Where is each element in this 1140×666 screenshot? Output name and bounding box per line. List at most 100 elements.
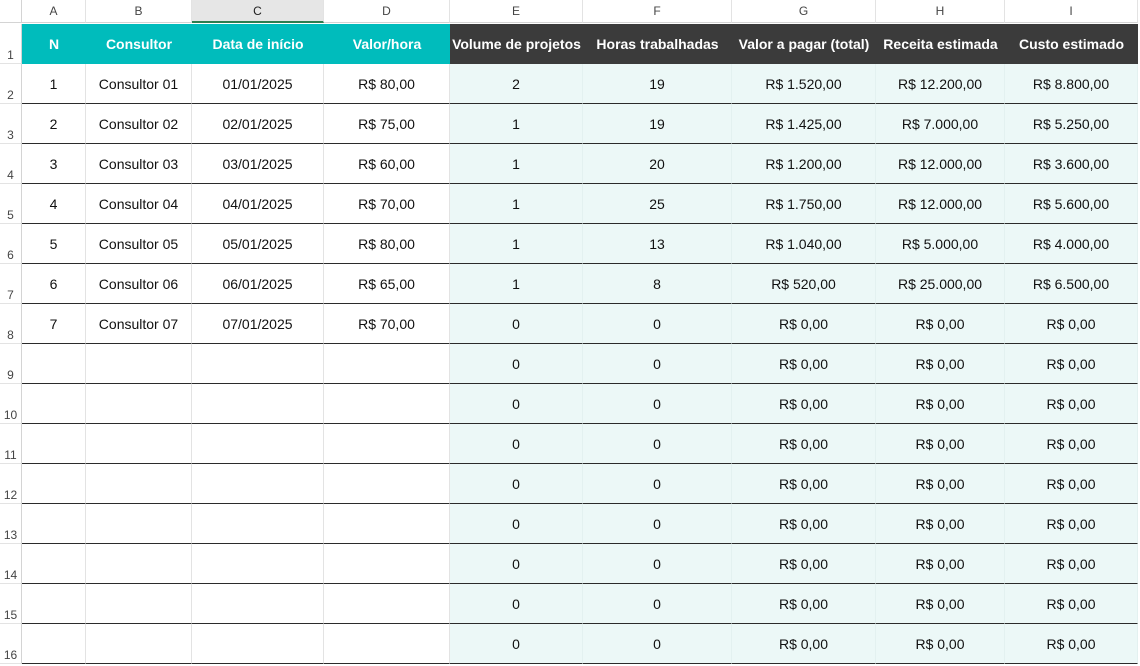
cell-n[interactable]: 7	[22, 304, 86, 344]
cell-n[interactable]	[22, 464, 86, 504]
cell-horas-trabalhadas[interactable]: 20	[583, 144, 732, 184]
cell-valor-hora[interactable]	[324, 344, 450, 384]
cell-n[interactable]	[22, 504, 86, 544]
cell-n[interactable]: 3	[22, 144, 86, 184]
header-cell-valor-a-pagar[interactable]: Valor a pagar (total)	[732, 24, 876, 64]
cell-valor-hora[interactable]	[324, 584, 450, 624]
cell-data-inicio[interactable]	[192, 424, 324, 464]
cell-volume-projetos[interactable]: 0	[450, 344, 583, 384]
cell-data-inicio[interactable]: 02/01/2025	[192, 104, 324, 144]
cell-receita-estimada[interactable]: R$ 5.000,00	[876, 224, 1005, 264]
cell-volume-projetos[interactable]: 0	[450, 464, 583, 504]
cell-n[interactable]: 4	[22, 184, 86, 224]
column-header-a[interactable]: A	[22, 0, 86, 23]
column-header-g[interactable]: G	[732, 0, 876, 23]
cell-custo-estimado[interactable]: R$ 3.600,00	[1005, 144, 1138, 184]
cell-receita-estimada[interactable]: R$ 7.000,00	[876, 104, 1005, 144]
cell-volume-projetos[interactable]: 0	[450, 504, 583, 544]
cell-receita-estimada[interactable]: R$ 0,00	[876, 584, 1005, 624]
cell-horas-trabalhadas[interactable]: 19	[583, 104, 732, 144]
cell-data-inicio[interactable]: 05/01/2025	[192, 224, 324, 264]
cell-horas-trabalhadas[interactable]: 0	[583, 544, 732, 584]
column-header-f[interactable]: F	[583, 0, 732, 23]
cell-consultor[interactable]	[86, 424, 192, 464]
cell-data-inicio[interactable]	[192, 504, 324, 544]
cell-valor-hora[interactable]	[324, 624, 450, 664]
cell-receita-estimada[interactable]: R$ 0,00	[876, 424, 1005, 464]
cell-data-inicio[interactable]: 07/01/2025	[192, 304, 324, 344]
cell-n[interactable]: 1	[22, 64, 86, 104]
cell-custo-estimado[interactable]: R$ 0,00	[1005, 464, 1138, 504]
header-cell-horas-trabalhadas[interactable]: Horas trabalhadas	[583, 24, 732, 64]
header-cell-consultor[interactable]: Consultor	[86, 24, 192, 64]
row-header-2[interactable]: 2	[0, 64, 22, 104]
row-header-16[interactable]: 16	[0, 624, 22, 664]
cell-receita-estimada[interactable]: R$ 0,00	[876, 544, 1005, 584]
cell-receita-estimada[interactable]: R$ 0,00	[876, 304, 1005, 344]
cell-valor-a-pagar[interactable]: R$ 520,00	[732, 264, 876, 304]
cell-horas-trabalhadas[interactable]: 13	[583, 224, 732, 264]
cell-horas-trabalhadas[interactable]: 0	[583, 304, 732, 344]
cell-custo-estimado[interactable]: R$ 5.250,00	[1005, 104, 1138, 144]
cell-valor-a-pagar[interactable]: R$ 1.520,00	[732, 64, 876, 104]
header-cell-receita-estimada[interactable]: Receita estimada	[876, 24, 1005, 64]
cell-valor-a-pagar[interactable]: R$ 0,00	[732, 464, 876, 504]
cell-valor-hora[interactable]	[324, 504, 450, 544]
cell-volume-projetos[interactable]: 1	[450, 264, 583, 304]
cell-volume-projetos[interactable]: 1	[450, 184, 583, 224]
cell-valor-a-pagar[interactable]: R$ 0,00	[732, 544, 876, 584]
column-header-d[interactable]: D	[324, 0, 450, 23]
cell-custo-estimado[interactable]: R$ 0,00	[1005, 304, 1138, 344]
cell-receita-estimada[interactable]: R$ 12.200,00	[876, 64, 1005, 104]
row-header-13[interactable]: 13	[0, 504, 22, 544]
row-header-8[interactable]: 8	[0, 304, 22, 344]
cell-horas-trabalhadas[interactable]: 19	[583, 64, 732, 104]
cell-n[interactable]: 5	[22, 224, 86, 264]
cell-consultor[interactable]	[86, 584, 192, 624]
cell-consultor[interactable]	[86, 504, 192, 544]
row-header-5[interactable]: 5	[0, 184, 22, 224]
row-header-11[interactable]: 11	[0, 424, 22, 464]
cell-valor-a-pagar[interactable]: R$ 0,00	[732, 504, 876, 544]
cell-n[interactable]	[22, 384, 86, 424]
cell-consultor[interactable]: Consultor 07	[86, 304, 192, 344]
cell-consultor[interactable]	[86, 544, 192, 584]
cell-custo-estimado[interactable]: R$ 6.500,00	[1005, 264, 1138, 304]
cell-consultor[interactable]: Consultor 01	[86, 64, 192, 104]
cell-n[interactable]	[22, 344, 86, 384]
row-header-9[interactable]: 9	[0, 344, 22, 384]
cell-data-inicio[interactable]	[192, 344, 324, 384]
spreadsheet-grid[interactable]: ABCDEFGHI 1 2 3 4 5 6 7 8 9 10 11 12 13 14 15 16 N Consu…	[0, 0, 1140, 666]
column-header-e[interactable]: E	[450, 0, 583, 23]
cell-valor-a-pagar[interactable]: R$ 1.425,00	[732, 104, 876, 144]
cell-valor-hora[interactable]	[324, 424, 450, 464]
cell-volume-projetos[interactable]: 0	[450, 424, 583, 464]
cell-valor-hora[interactable]: R$ 60,00	[324, 144, 450, 184]
cell-consultor[interactable]: Consultor 03	[86, 144, 192, 184]
header-cell-n[interactable]: N	[22, 24, 86, 64]
cell-valor-hora[interactable]	[324, 544, 450, 584]
cell-receita-estimada[interactable]: R$ 12.000,00	[876, 144, 1005, 184]
cell-consultor[interactable]	[86, 344, 192, 384]
cell-custo-estimado[interactable]: R$ 8.800,00	[1005, 64, 1138, 104]
cell-consultor[interactable]	[86, 464, 192, 504]
cell-horas-trabalhadas[interactable]: 0	[583, 624, 732, 664]
cell-volume-projetos[interactable]: 1	[450, 224, 583, 264]
cell-volume-projetos[interactable]: 0	[450, 304, 583, 344]
cell-custo-estimado[interactable]: R$ 0,00	[1005, 544, 1138, 584]
cell-data-inicio[interactable]: 06/01/2025	[192, 264, 324, 304]
cell-custo-estimado[interactable]: R$ 4.000,00	[1005, 224, 1138, 264]
cell-custo-estimado[interactable]: R$ 0,00	[1005, 624, 1138, 664]
row-header-6[interactable]: 6	[0, 224, 22, 264]
cell-receita-estimada[interactable]: R$ 0,00	[876, 344, 1005, 384]
cell-data-inicio[interactable]	[192, 464, 324, 504]
cell-data-inicio[interactable]: 04/01/2025	[192, 184, 324, 224]
cell-n[interactable]	[22, 624, 86, 664]
cell-custo-estimado[interactable]: R$ 5.600,00	[1005, 184, 1138, 224]
cell-volume-projetos[interactable]: 0	[450, 584, 583, 624]
column-header-b[interactable]: B	[86, 0, 192, 23]
row-header-1[interactable]: 1	[0, 24, 22, 64]
row-header-3[interactable]: 3	[0, 104, 22, 144]
row-header-7[interactable]: 7	[0, 264, 22, 304]
cell-receita-estimada[interactable]: R$ 25.000,00	[876, 264, 1005, 304]
